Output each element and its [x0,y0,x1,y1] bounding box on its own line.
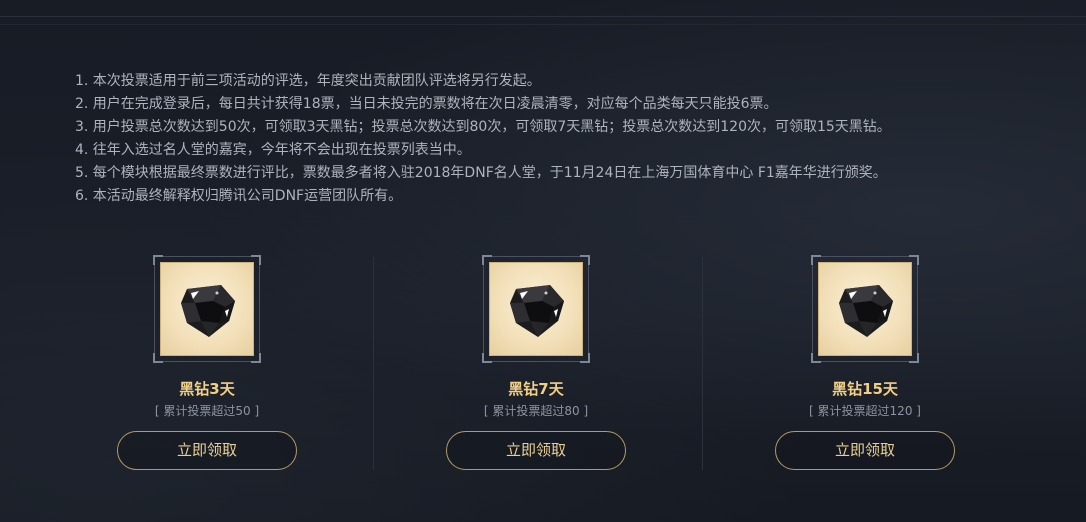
black-diamond-icon [160,262,254,356]
rule-item: 4. 往年入选过名人堂的嘉宾，今年将不会出现在投票列表当中。 [75,142,471,158]
reward-requirement: [ 累计投票超过50 ] [154,404,260,418]
reward-name: 黑钻3天 [179,380,235,398]
rule-item: 5. 每个模块根据最终票数进行评比，票数最多者将入驻2018年DNF名人堂，于1… [75,165,887,181]
reward-card-7day: 黑钻7天 [ 累计投票超过80 ] 立即领取 [446,255,626,470]
reward-icon-frame [811,255,919,363]
column-divider [373,257,374,470]
claim-button[interactable]: 立即领取 [117,431,297,470]
rules-list: 1. 本次投票适用于前三项活动的评选，年度突出贡献团队评选将另行发起。 2. 用… [75,70,891,208]
reward-name: 黑钻15天 [832,380,898,398]
reward-requirement: [ 累计投票超过80 ] [483,404,589,418]
header-divider [0,16,1086,17]
rule-item: 2. 用户在完成登录后，每日共计获得18票，当日未投完的票数将在次日凌晨清零，对… [75,96,778,112]
reward-name: 黑钻7天 [508,380,564,398]
reward-icon-frame [482,255,590,363]
column-divider [702,257,703,470]
black-diamond-icon [489,262,583,356]
reward-card-15day: 黑钻15天 [ 累计投票超过120 ] 立即领取 [775,255,955,470]
rule-item: 3. 用户投票总次数达到50次，可领取3天黑钻；投票总次数达到80次，可领取7天… [75,119,891,135]
claim-button[interactable]: 立即领取 [775,431,955,470]
reward-card-3day: 黑钻3天 [ 累计投票超过50 ] 立即领取 [117,255,297,470]
black-diamond-icon [818,262,912,356]
reward-icon-frame [153,255,261,363]
claim-button[interactable]: 立即领取 [446,431,626,470]
header-divider-secondary [0,24,1086,25]
reward-requirement: [ 累计投票超过120 ] [809,404,921,418]
rule-item: 6. 本活动最终解释权归腾讯公司DNF运营团队所有。 [75,188,403,204]
rule-item: 1. 本次投票适用于前三项活动的评选，年度突出贡献团队评选将另行发起。 [75,73,541,89]
